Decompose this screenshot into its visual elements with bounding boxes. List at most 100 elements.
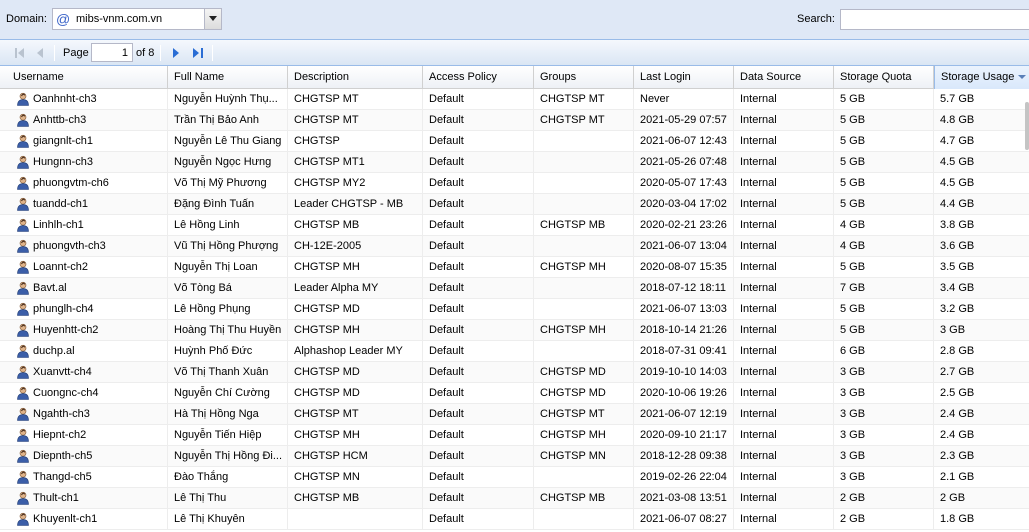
table-row[interactable]: Anhttb-ch3 Trần Thị Bảo Anh CHGTSP MT Defau…: [0, 110, 1029, 131]
cell-full-name: Nguyễn Lê Thu Giang: [168, 131, 288, 151]
cell-description: CHGTSP MB: [288, 488, 423, 508]
cell-last-login: 2020-03-04 17:02: [634, 194, 734, 214]
domain-select[interactable]: @ mibs-vnm.com.vn: [52, 8, 222, 30]
cell-full-name: Võ Tòng Bá: [168, 278, 288, 298]
cell-storage-quota: 3 GB: [834, 467, 934, 487]
table-row[interactable]: Linhlh-ch1 Lê Hồng Linh CHGTSP MB Default CH…: [0, 215, 1029, 236]
cell-access-policy: Default: [423, 131, 534, 151]
column-header-full-name[interactable]: Full Name: [168, 66, 288, 89]
table-row[interactable]: Huyenhtt-ch2 Hoàng Thị Thu Huyền CHGTSP MH…: [0, 320, 1029, 341]
table-row[interactable]: phuongvtm-ch6 Võ Thị Mỹ Phương CHGTSP MY2 D…: [0, 173, 1029, 194]
cell-groups: CHGTSP MN: [534, 446, 634, 466]
next-page-button[interactable]: [167, 44, 185, 62]
cell-storage-usage: 2.7 GB: [934, 362, 1029, 382]
table-row[interactable]: Hiepnt-ch2 Nguyễn Tiến Hiệp CHGTSP MH Defau…: [0, 425, 1029, 446]
chevron-down-icon[interactable]: [204, 9, 221, 29]
cell-description: CHGTSP MN: [288, 467, 423, 487]
cell-data-source: Internal: [734, 509, 834, 529]
cell-username: Thangd-ch5: [27, 467, 168, 487]
cell-description: CHGTSP MD: [288, 362, 423, 382]
cell-storage-quota: 3 GB: [834, 383, 934, 403]
cell-full-name: Hoàng Thị Thu Huyền: [168, 320, 288, 340]
cell-username: Linhlh-ch1: [27, 215, 168, 235]
table-row[interactable]: phuongvth-ch3 Vũ Thị Hồng Phượng CH-12E-20…: [0, 236, 1029, 257]
cell-access-policy: Default: [423, 467, 534, 487]
cell-full-name: Võ Thị Thanh Xuân: [168, 362, 288, 382]
cell-description: CHGTSP MY2: [288, 173, 423, 193]
cell-description: CHGTSP MH: [288, 425, 423, 445]
column-header-data-source[interactable]: Data Source: [734, 66, 834, 89]
cell-groups: [534, 173, 634, 193]
column-header-label: Description: [294, 71, 350, 83]
cell-data-source: Internal: [734, 194, 834, 214]
table-row[interactable]: Diepnth-ch5 Nguyễn Thị Hồng Đi... CHGTSP H…: [0, 446, 1029, 467]
cell-description: CHGTSP MD: [288, 383, 423, 403]
page-count-label: of 8: [136, 47, 155, 59]
cell-data-source: Internal: [734, 383, 834, 403]
cell-access-policy: Default: [423, 446, 534, 466]
cell-username: Xuanvtt-ch4: [27, 362, 168, 382]
table-row[interactable]: tuandd-ch1 Đặng Đình Tuấn Leader CHGTSP - …: [0, 194, 1029, 215]
table-row[interactable]: Ngahth-ch3 Hà Thị Hồng Nga CHGTSP MT Defaul…: [0, 404, 1029, 425]
cell-username: Hiepnt-ch2: [27, 425, 168, 445]
cell-full-name: Nguyễn Tiến Hiệp: [168, 425, 288, 445]
table-row[interactable]: Thult-ch1 Lê Thị Thu CHGTSP MB Default CHGTS…: [0, 488, 1029, 509]
table-row[interactable]: Cuongnc-ch4 Nguyễn Chí Cường CHGTSP MD Defa…: [0, 383, 1029, 404]
cell-groups: [534, 236, 634, 256]
column-header-access-policy[interactable]: Access Policy: [423, 66, 534, 89]
cell-last-login: 2021-05-29 07:57: [634, 110, 734, 130]
cell-storage-usage: 3.4 GB: [934, 278, 1029, 298]
table-row[interactable]: Bavt.al Võ Tòng Bá Leader Alpha MY Default 2…: [0, 278, 1029, 299]
cell-data-source: Internal: [734, 152, 834, 172]
cell-storage-quota: 3 GB: [834, 404, 934, 424]
cell-storage-quota: 2 GB: [834, 488, 934, 508]
cell-username: Cuongnc-ch4: [27, 383, 168, 403]
cell-last-login: 2018-07-12 18:11: [634, 278, 734, 298]
cell-access-policy: Default: [423, 152, 534, 172]
cell-username: Ngahth-ch3: [27, 404, 168, 424]
next-page-icon: [173, 48, 179, 58]
cell-storage-quota: 7 GB: [834, 278, 934, 298]
cell-full-name: Võ Thị Mỹ Phương: [168, 173, 288, 193]
cell-storage-usage: 3.8 GB: [934, 215, 1029, 235]
last-page-button[interactable]: [188, 44, 206, 62]
table-row[interactable]: Khuyenlt-ch1 Lê Thị Khuyên Default 2021-06-…: [0, 509, 1029, 530]
first-page-button[interactable]: [11, 44, 29, 62]
table-row[interactable]: Loannt-ch2 Nguyễn Thị Loan CHGTSP MH Defaul…: [0, 257, 1029, 278]
cell-last-login: 2019-10-10 14:03: [634, 362, 734, 382]
column-header-storage-quota[interactable]: Storage Quota: [834, 66, 934, 89]
cell-data-source: Internal: [734, 362, 834, 382]
table-row[interactable]: Thangd-ch5 Đào Thắng CHGTSP MN Default 2019-…: [0, 467, 1029, 488]
column-header-last-login[interactable]: Last Login: [634, 66, 734, 89]
column-header-label: Access Policy: [429, 71, 497, 83]
cell-description: Alphashop Leader MY: [288, 341, 423, 361]
paging-toolbar: Page of 8: [0, 40, 1029, 66]
cell-username: phunglh-ch4: [27, 299, 168, 319]
page-number-input[interactable]: [91, 43, 133, 62]
table-row[interactable]: Xuanvtt-ch4 Võ Thị Thanh Xuân CHGTSP MD Def…: [0, 362, 1029, 383]
cell-username: Bavt.al: [27, 278, 168, 298]
column-header-storage-usage[interactable]: Storage Usage: [934, 66, 1029, 89]
search-input[interactable]: [840, 9, 1029, 30]
table-row[interactable]: phunglh-ch4 Lê Hồng Phụng CHGTSP MD Default…: [0, 299, 1029, 320]
cell-last-login: 2018-07-31 09:41: [634, 341, 734, 361]
column-header-username[interactable]: Username: [7, 66, 168, 89]
table-row[interactable]: Oanhnht-ch3 Nguyễn Huỳnh Thụ... CHGTSP MT D…: [0, 89, 1029, 110]
column-header-groups[interactable]: Groups: [534, 66, 634, 89]
cell-description: CHGTSP MD: [288, 299, 423, 319]
cell-storage-quota: 5 GB: [834, 131, 934, 151]
cell-groups: [534, 131, 634, 151]
table-row[interactable]: duchp.al Huỳnh Phố Đức Alphashop Leader MY…: [0, 341, 1029, 362]
table-row[interactable]: Hungnn-ch3 Nguyễn Ngọc Hưng CHGTSP MT1 Defa…: [0, 152, 1029, 173]
cell-storage-usage: 4.5 GB: [934, 152, 1029, 172]
cell-data-source: Internal: [734, 299, 834, 319]
at-sign-icon: @: [56, 11, 71, 27]
column-header-description[interactable]: Description: [288, 66, 423, 89]
column-header-label: Full Name: [174, 71, 225, 83]
vertical-scrollbar[interactable]: [1025, 102, 1029, 150]
table-row[interactable]: giangnlt-ch1 Nguyễn Lê Thu Giang CHGTSP Def…: [0, 131, 1029, 152]
cell-storage-usage: 2.4 GB: [934, 425, 1029, 445]
cell-full-name: Nguyễn Huỳnh Thụ...: [168, 89, 288, 109]
prev-page-button[interactable]: [31, 44, 49, 62]
first-page-arrow-icon: [18, 48, 24, 58]
